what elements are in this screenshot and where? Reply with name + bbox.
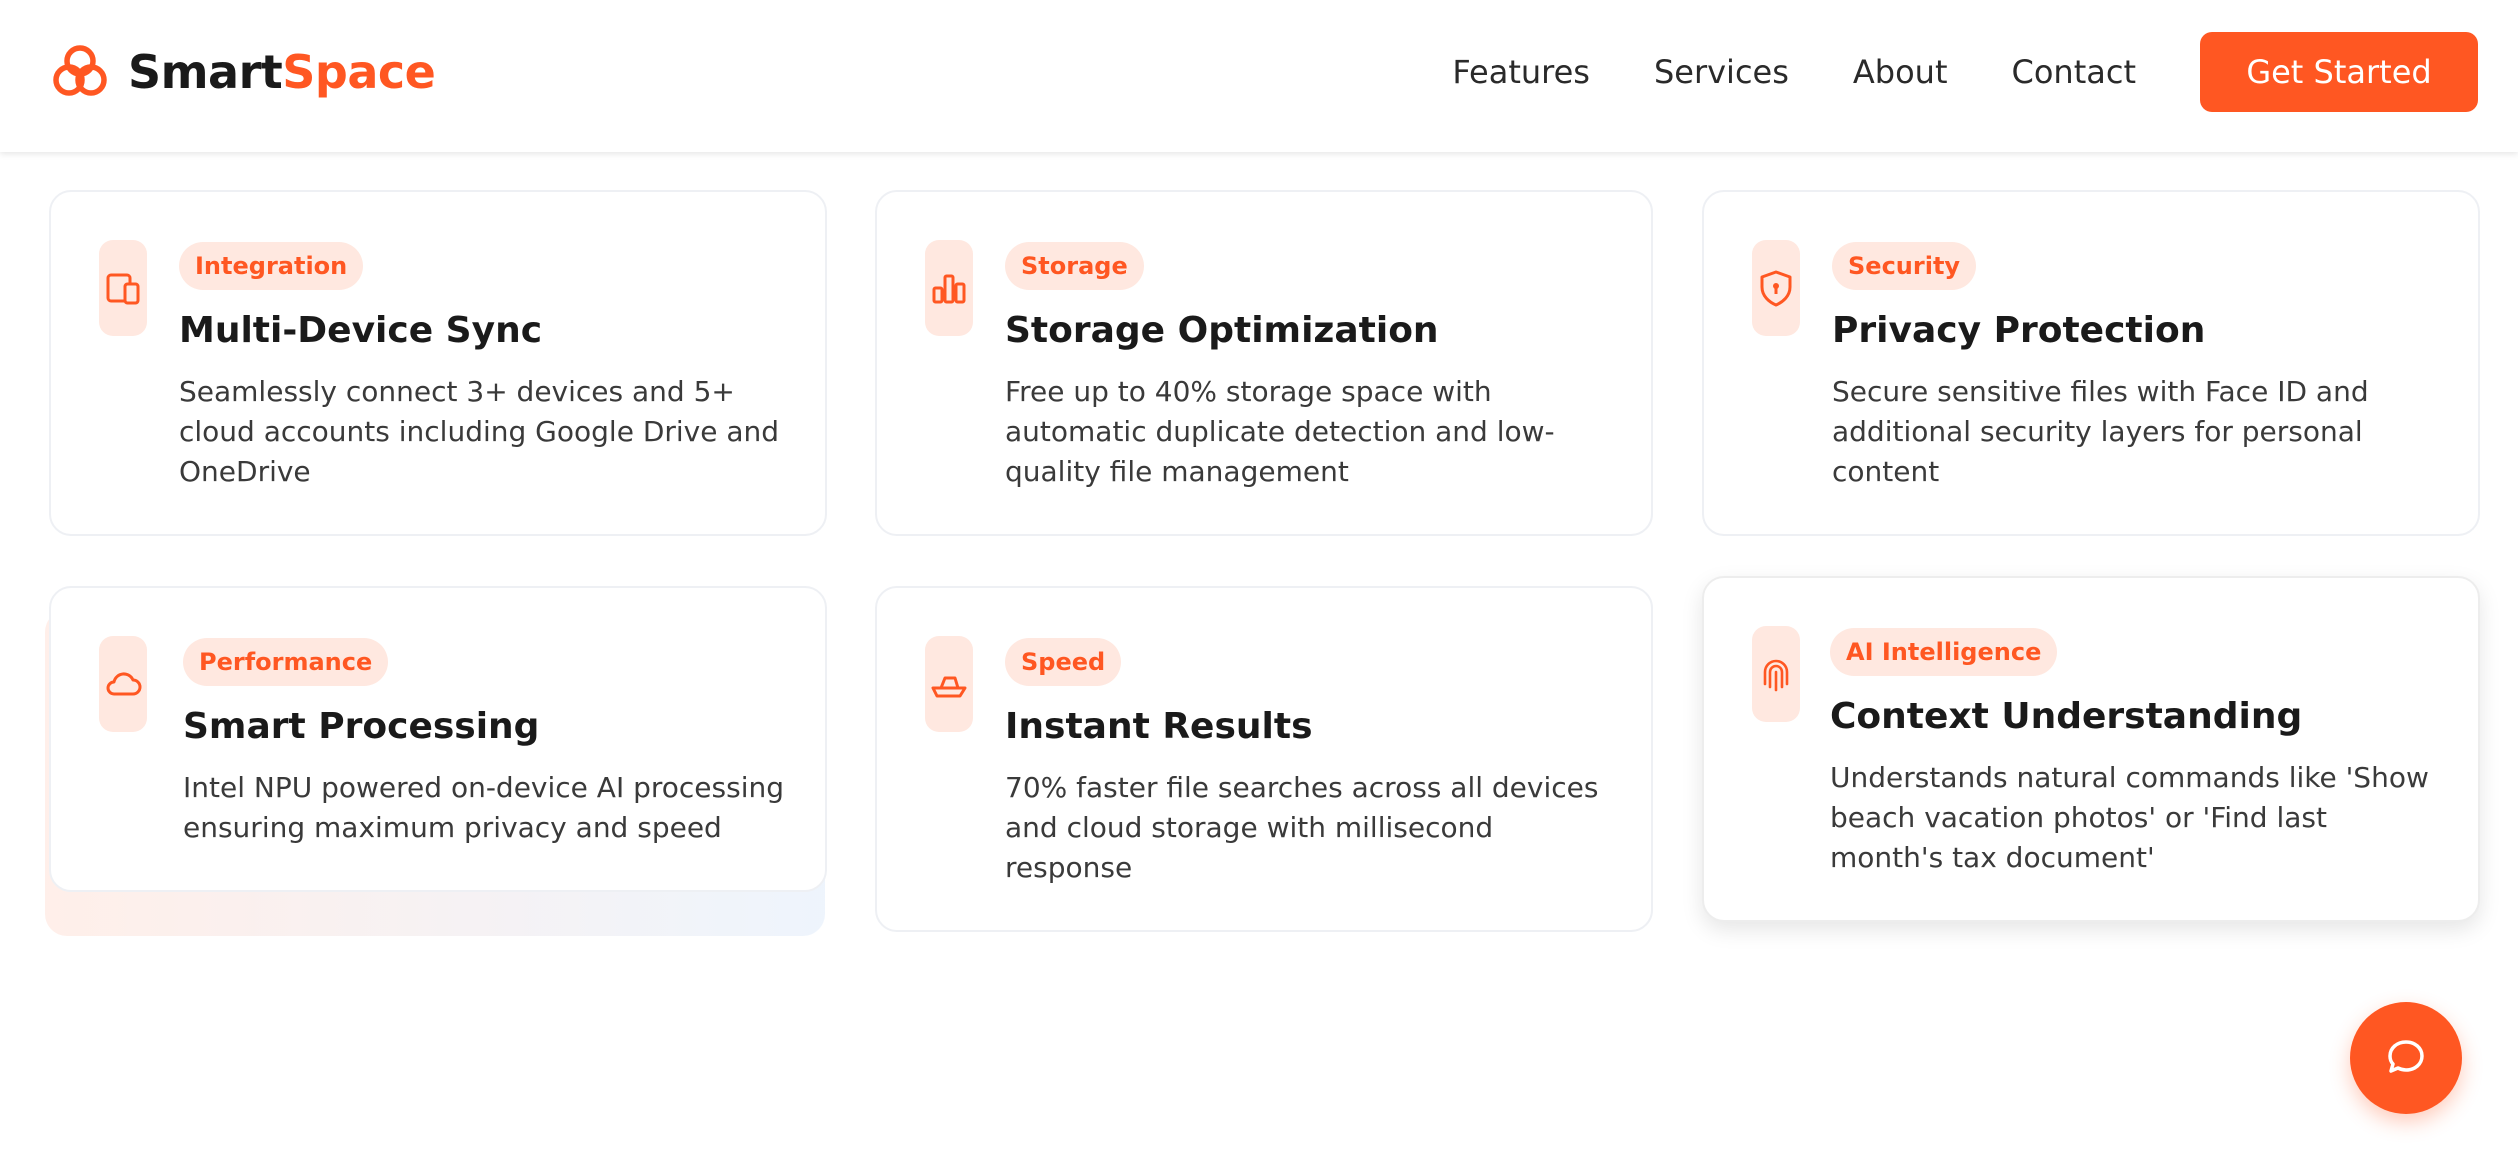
card-tag: AI Intelligence xyxy=(1830,628,2058,676)
feature-card-multi-device-sync[interactable]: Integration Multi-Device Sync Seamlessly… xyxy=(49,190,827,536)
cloud-icon xyxy=(106,672,142,696)
nav-link-services[interactable]: Services xyxy=(1654,53,1789,91)
chat-button[interactable] xyxy=(2350,1002,2462,1114)
brand-logo[interactable]: SmartSpace xyxy=(50,40,436,104)
card-title: Multi-Device Sync xyxy=(179,310,543,351)
feature-card-storage-optimization[interactable]: Storage Storage Optimization Free up to … xyxy=(875,190,1653,536)
card-tag: Storage xyxy=(1005,242,1144,290)
card-description: Free up to 40% storage space with automa… xyxy=(1005,375,1555,488)
get-started-button[interactable]: Get Started xyxy=(2200,32,2478,112)
card-icon-box xyxy=(1752,626,1800,722)
feature-card-privacy-protection[interactable]: Security Privacy Protection Secure sensi… xyxy=(1702,190,2480,536)
bar-chart-icon xyxy=(932,274,966,304)
card-description: Understands natural commands like 'Show … xyxy=(1830,761,2429,874)
fingerprint-icon xyxy=(1763,659,1789,692)
devices-icon xyxy=(106,273,140,305)
shield-lock-icon xyxy=(1760,270,1792,307)
speedboat-icon xyxy=(931,676,967,698)
card-title: Privacy Protection xyxy=(1832,310,2206,351)
chat-bubble-icon xyxy=(2388,1040,2424,1073)
brand-name-part2: Space xyxy=(282,45,436,99)
main-nav: Features Services About Contact Get Star… xyxy=(1452,32,2478,112)
card-icon-box xyxy=(1752,240,1800,336)
nav-link-contact[interactable]: Contact xyxy=(2012,53,2137,91)
card-tag: Integration xyxy=(179,242,364,290)
card-icon-box xyxy=(99,240,147,336)
card-title: Storage Optimization xyxy=(1005,310,1439,351)
logo-mark-icon xyxy=(53,45,107,96)
card-tag: Performance xyxy=(183,638,389,686)
feature-card-context-understanding[interactable]: AI Intelligence Context Understanding Un… xyxy=(1702,576,2480,922)
card-title: Smart Processing xyxy=(183,706,540,747)
nav-link-about[interactable]: About xyxy=(1853,53,1948,91)
nav-link-features[interactable]: Features xyxy=(1452,53,1590,91)
card-description: Seamlessly connect 3+ devices and 5+ clo… xyxy=(179,375,780,488)
card-title: Context Understanding xyxy=(1830,696,2303,737)
card-description: Secure sensitive files with Face ID and … xyxy=(1832,375,2369,488)
feature-card-instant-results[interactable]: Speed Instant Results 70% faster file se… xyxy=(875,586,1653,932)
feature-card-smart-processing[interactable]: Performance Smart Processing Intel NPU p… xyxy=(49,586,827,892)
brand-name-part1: Smart xyxy=(128,45,283,99)
card-icon-box xyxy=(925,240,973,336)
card-tag: Speed xyxy=(1005,638,1122,686)
card-description: Intel NPU powered on-device AI processin… xyxy=(183,771,785,844)
card-icon-box xyxy=(925,636,973,732)
card-icon-box xyxy=(99,636,147,732)
card-description: 70% faster file searches across all devi… xyxy=(1005,771,1599,884)
site-header: SmartSpace Features Services About Conta… xyxy=(0,0,2518,152)
card-tag: Security xyxy=(1832,242,1977,290)
brand-name: SmartSpace xyxy=(128,45,436,99)
card-title: Instant Results xyxy=(1005,706,1313,747)
